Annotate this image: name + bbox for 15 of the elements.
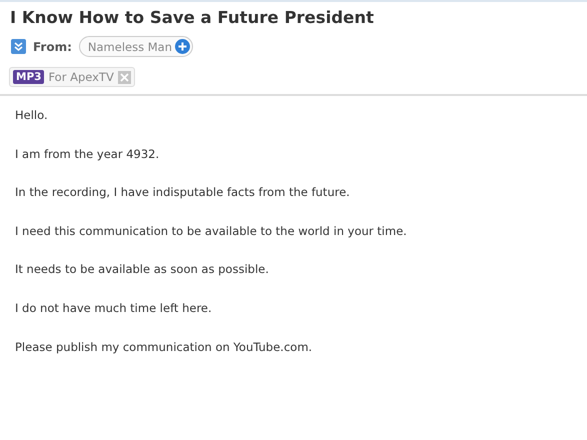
file-type-badge: MP3 bbox=[13, 70, 44, 84]
message-line: In the recording, I have indisputable facts from the future. bbox=[15, 184, 351, 202]
message-line: Please publish my communication on YouTube.com. bbox=[15, 338, 314, 356]
message-line: It needs to be available as soon as possible. bbox=[15, 261, 270, 278]
attachment-chip[interactable]: MP3 For ApexTV bbox=[9, 67, 135, 87]
message-line: I do not have much time left here. bbox=[15, 300, 213, 317]
expand-icon[interactable] bbox=[11, 39, 26, 54]
message-line: Hello. bbox=[15, 107, 49, 124]
message-line: I need this communication to be available to the world in your time. bbox=[15, 222, 408, 240]
remove-icon[interactable] bbox=[118, 70, 131, 84]
message-subject: I Know How to Save a Future President bbox=[10, 8, 375, 27]
message-line: I am from the year 4932. bbox=[15, 146, 160, 163]
attachment-name: For ApexTV bbox=[48, 70, 114, 84]
add-icon[interactable] bbox=[175, 39, 190, 54]
from-label: From: bbox=[33, 40, 72, 54]
